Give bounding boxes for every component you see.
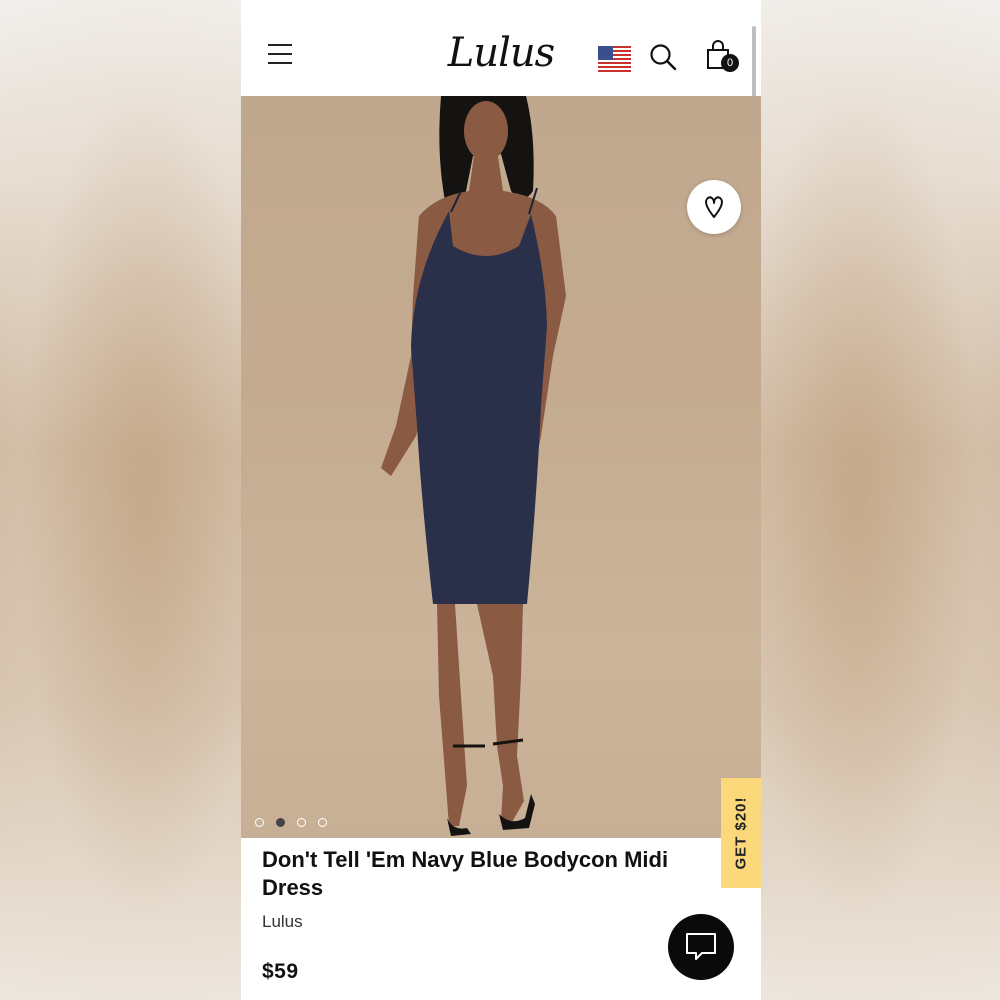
heart-icon: [705, 196, 723, 218]
chat-bubble-icon: [686, 933, 716, 960]
lulus-logo[interactable]: Lulus: [446, 28, 556, 78]
promo-label: GET $20!: [732, 796, 750, 870]
carousel-pagination: [255, 814, 339, 827]
hamburger-menu-icon[interactable]: [268, 44, 292, 64]
us-flag-icon[interactable]: [598, 46, 631, 72]
background-blur-left: [0, 0, 241, 1000]
search-icon[interactable]: [649, 43, 677, 71]
product-price: $59: [262, 960, 299, 983]
carousel-dot[interactable]: [318, 818, 327, 827]
mobile-page: Lulus 0 GET $20! Don't Tell 'Em Navy Blu…: [241, 0, 761, 1000]
product-info: Don't Tell 'Em Navy Blue Bodycon Midi Dr…: [262, 846, 722, 984]
favorite-heart-button[interactable]: [687, 180, 741, 234]
cart-count-badge: 0: [721, 54, 739, 72]
product-image-carousel[interactable]: [241, 96, 761, 838]
background-blur-right: [761, 0, 1000, 1000]
carousel-dot-active[interactable]: [276, 818, 285, 827]
carousel-dot[interactable]: [297, 818, 306, 827]
product-photo-model: [381, 96, 566, 836]
top-navigation-bar: Lulus 0: [241, 0, 761, 188]
product-brand[interactable]: Lulus: [262, 912, 722, 932]
promo-get-20-tab[interactable]: GET $20!: [721, 778, 761, 888]
product-title: Don't Tell 'Em Navy Blue Bodycon Midi Dr…: [262, 847, 669, 900]
chat-button[interactable]: [668, 914, 734, 980]
carousel-dot[interactable]: [255, 818, 264, 827]
